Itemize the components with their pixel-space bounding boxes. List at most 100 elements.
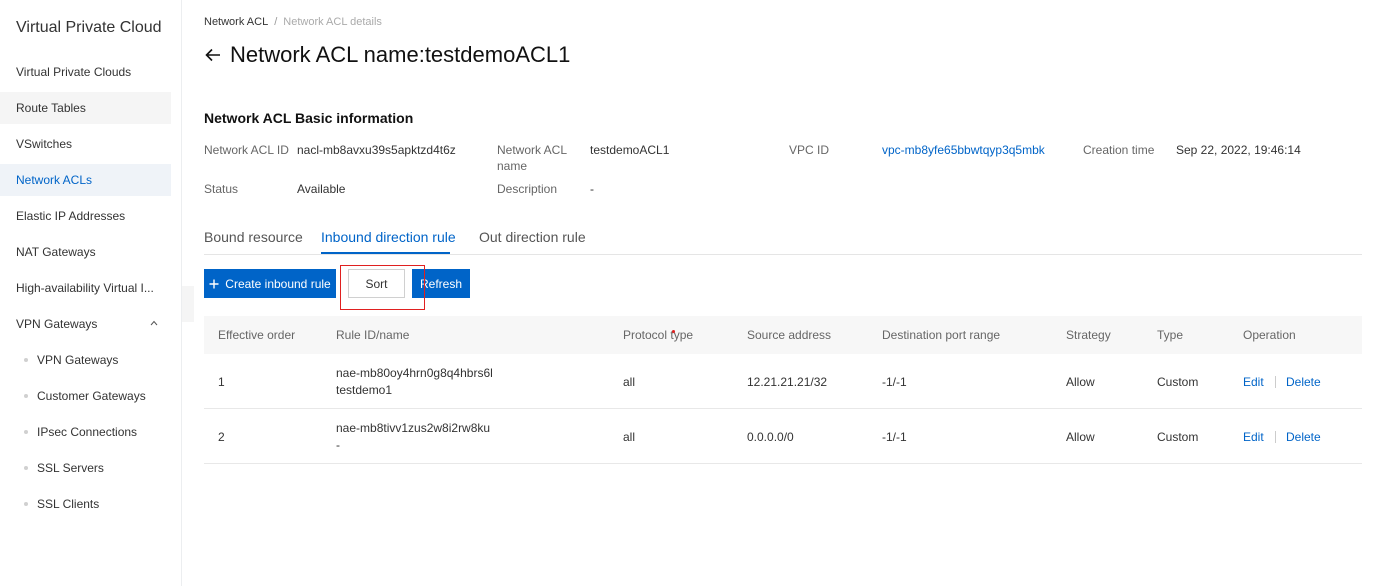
active-tab-indicator	[321, 252, 450, 254]
creation-time-value: Sep 22, 2022, 19:46:14	[1176, 143, 1301, 157]
acl-id-label: Network ACL ID	[204, 143, 289, 157]
sidebar-item-virtual-private-clouds[interactable]: Virtual Private Clouds	[0, 56, 171, 88]
cell-port: -1/-1	[882, 430, 907, 444]
vpc-id-link[interactable]: vpc-mb8yfe65bbwtqyp3q5mbk	[882, 143, 1045, 157]
status-value: Available	[297, 182, 346, 196]
sidebar-item-label: VPN Gateways	[37, 353, 119, 367]
sidebar-subitem-customer-gateways[interactable]: Customer Gateways	[0, 380, 171, 412]
description-label: Description	[497, 182, 558, 196]
col-operation: Operation	[1243, 328, 1296, 342]
sidebar-item-vpn-gateways-group[interactable]: VPN Gateways	[0, 308, 171, 340]
bullet-icon	[24, 466, 28, 470]
delete-link[interactable]: Delete	[1286, 430, 1321, 444]
edit-link[interactable]: Edit	[1243, 375, 1264, 389]
page-title: Network ACL name:testdemoACL1	[204, 42, 570, 68]
sidebar-subitem-ipsec-connections[interactable]: IPsec Connections	[0, 416, 171, 448]
tab-out-direction-rule[interactable]: Out direction rule	[479, 229, 586, 245]
cell-strategy: Allow	[1066, 430, 1095, 444]
sidebar-item-label: Virtual Private Clouds	[16, 65, 132, 79]
table-row: 1 nae-mb80oy4hrn0g8q4hbrs6l testdemo1 al…	[204, 354, 1362, 409]
operation-separator	[1275, 376, 1276, 388]
table-row: 2 nae-mb8tivv1zus2w8i2rw8ku - all 0.0.0.…	[204, 409, 1362, 464]
acl-id-value: nacl-mb8avxu39s5apktzd4t6z	[297, 143, 456, 157]
sidebar: Virtual Private Cloud Virtual Private Cl…	[0, 0, 182, 586]
breadcrumb-current: Network ACL details	[283, 16, 382, 28]
cell-order: 1	[218, 375, 225, 389]
cell-order: 2	[218, 430, 225, 444]
sidebar-item-label: Elastic IP Addresses	[16, 209, 126, 223]
refresh-button[interactable]: Refresh	[412, 269, 470, 298]
sidebar-item-vswitches[interactable]: VSwitches	[0, 128, 171, 160]
cell-protocol: all	[623, 375, 636, 389]
create-inbound-rule-button[interactable]: Create inbound rule	[204, 269, 336, 298]
breadcrumb: Network ACL / Network ACL details	[204, 16, 382, 28]
sidebar-item-label: Network ACLs	[16, 173, 93, 187]
col-source-address: Source address	[747, 328, 832, 342]
cell-protocol: all	[623, 430, 636, 444]
acl-name-value: testdemoACL1	[590, 143, 670, 157]
bullet-icon	[24, 358, 28, 362]
bullet-icon	[24, 502, 28, 506]
sidebar-item-network-acls[interactable]: Network ACLs	[0, 164, 171, 196]
col-protocol-type: Protocol type	[623, 328, 694, 342]
marker-dot	[672, 330, 675, 333]
arrow-left-icon[interactable]	[204, 46, 222, 64]
acl-name-label-line2: name	[497, 159, 528, 173]
sidebar-subitem-ssl-clients[interactable]: SSL Clients	[0, 488, 171, 520]
cell-port: -1/-1	[882, 375, 907, 389]
table-header: Effective order Rule ID/name Protocol ty…	[204, 316, 1362, 354]
cell-type: Custom	[1157, 430, 1199, 444]
cell-rule-name: testdemo1	[336, 383, 393, 397]
sidebar-item-label: NAT Gateways	[16, 245, 96, 259]
col-type: Type	[1157, 328, 1184, 342]
sidebar-collapse-handle[interactable]	[182, 286, 194, 322]
cell-rule-id: nae-mb80oy4hrn0g8q4hbrs6l	[336, 366, 493, 380]
sidebar-item-nat-gateways[interactable]: NAT Gateways	[0, 236, 171, 268]
sidebar-item-label: VSwitches	[16, 137, 73, 151]
cell-strategy: Allow	[1066, 375, 1095, 389]
sidebar-subitem-vpn-gateways[interactable]: VPN Gateways	[0, 344, 171, 376]
page-title-text: Network ACL name:testdemoACL1	[230, 42, 571, 67]
delete-link[interactable]: Delete	[1286, 375, 1321, 389]
col-rule-id-name: Rule ID/name	[336, 328, 410, 342]
sidebar-item-high-availability-virtual-ip[interactable]: High-availability Virtual I...	[0, 272, 171, 304]
tab-inbound-direction-rule[interactable]: Inbound direction rule	[321, 229, 456, 245]
inbound-rules-table: Effective order Rule ID/name Protocol ty…	[204, 316, 1362, 464]
breadcrumb-parent-link[interactable]: Network ACL	[204, 16, 268, 28]
operation-separator	[1275, 431, 1276, 443]
breadcrumb-separator: /	[274, 16, 278, 28]
sidebar-nav: Virtual Private Clouds Route Tables VSwi…	[0, 56, 182, 524]
tab-bar: Bound resource Inbound direction rule Ou…	[204, 226, 1362, 255]
status-label: Status	[204, 182, 239, 196]
sidebar-item-route-tables[interactable]: Route Tables	[0, 92, 171, 124]
sidebar-item-elastic-ip-addresses[interactable]: Elastic IP Addresses	[0, 200, 171, 232]
cell-type: Custom	[1157, 375, 1199, 389]
chevron-up-icon[interactable]	[150, 319, 158, 327]
sidebar-subitem-ssl-servers[interactable]: SSL Servers	[0, 452, 171, 484]
creation-time-label: Creation time	[1083, 143, 1155, 157]
col-destination-port-range: Destination port range	[882, 328, 1001, 342]
vpc-id-label: VPC ID	[789, 143, 830, 157]
col-strategy: Strategy	[1066, 328, 1111, 342]
cell-rule-name: -	[336, 438, 340, 452]
edit-link[interactable]: Edit	[1243, 430, 1264, 444]
sidebar-item-label: SSL Servers	[37, 461, 104, 475]
sidebar-item-label: IPsec Connections	[37, 425, 138, 439]
description-value: -	[590, 182, 594, 196]
tab-bound-resource[interactable]: Bound resource	[204, 229, 303, 245]
sort-button[interactable]: Sort	[348, 269, 405, 298]
bullet-icon	[24, 394, 28, 398]
cell-rule-id: nae-mb8tivv1zus2w8i2rw8ku	[336, 421, 491, 435]
sidebar-title: Virtual Private Cloud	[16, 19, 162, 36]
sidebar-item-label: Route Tables	[16, 101, 86, 115]
plus-icon	[209, 279, 219, 288]
cell-source: 12.21.21.21/32	[747, 375, 828, 389]
sidebar-item-label: High-availability Virtual I...	[16, 281, 154, 295]
basic-info-title: Network ACL Basic information	[204, 110, 414, 126]
create-inbound-rule-label: Create inbound rule	[225, 276, 331, 291]
bullet-icon	[24, 430, 28, 434]
sidebar-item-label: VPN Gateways	[16, 317, 98, 331]
sidebar-item-label: Customer Gateways	[37, 389, 146, 403]
col-effective-order: Effective order	[218, 328, 296, 342]
cell-source: 0.0.0.0/0	[747, 430, 794, 444]
